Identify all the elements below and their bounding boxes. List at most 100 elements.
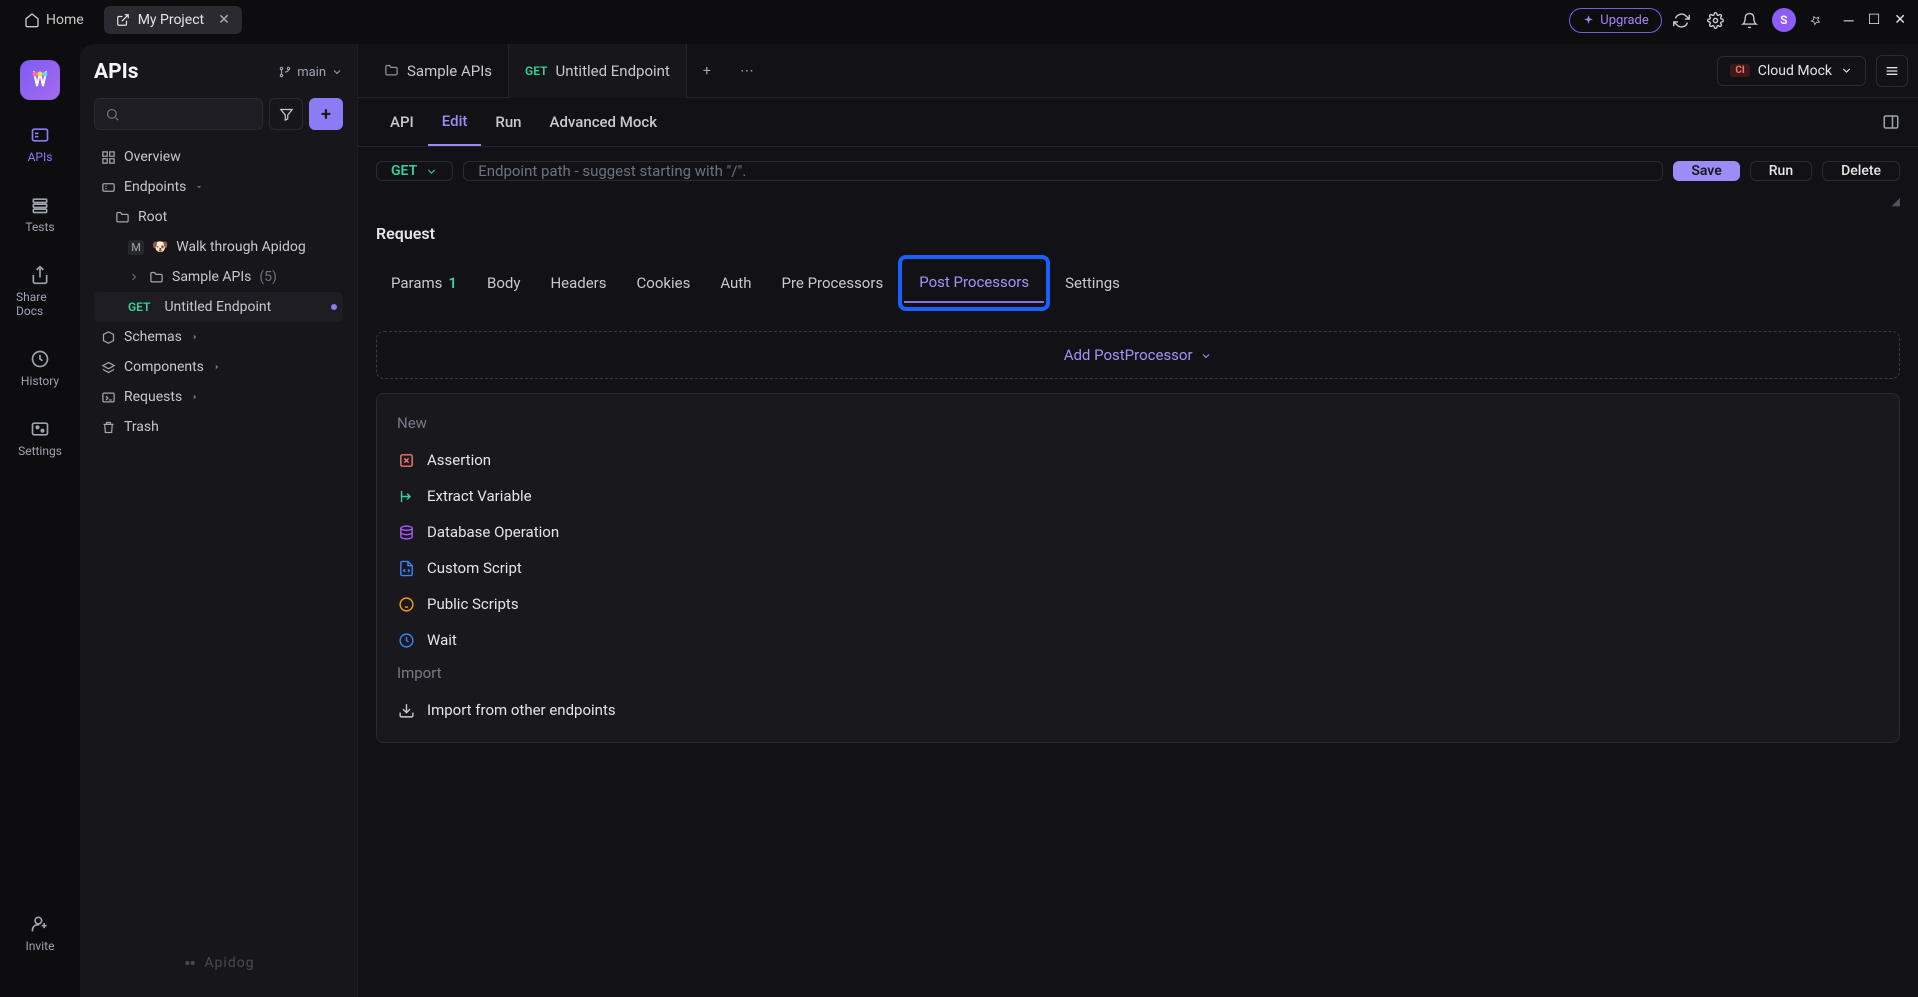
home-icon [24, 12, 40, 28]
req-tab-params[interactable]: Params 1 [376, 255, 472, 311]
resize-handle[interactable]: ◢ [358, 195, 1918, 214]
pin-icon[interactable] [1802, 6, 1830, 34]
panel-toggle-icon[interactable] [1882, 113, 1900, 131]
trash-icon [101, 420, 116, 435]
close-icon[interactable]: ✕ [218, 12, 230, 28]
menu-icon [1884, 63, 1900, 79]
tree-components[interactable]: Components [94, 352, 343, 382]
tab-untitled[interactable]: GET Untitled Endpoint [509, 44, 687, 98]
tree-requests[interactable]: Requests [94, 382, 343, 412]
extract-icon [398, 488, 415, 505]
upgrade-button[interactable]: Upgrade [1569, 8, 1661, 33]
app-logo[interactable] [20, 60, 60, 100]
rail-apis[interactable]: APIs [10, 118, 70, 170]
tree-root[interactable]: Root [94, 202, 343, 232]
search-icon [105, 107, 120, 122]
database-icon [398, 524, 415, 541]
tree-untitled[interactable]: GET Untitled Endpoint [94, 292, 343, 322]
project-tab[interactable]: My Project ✕ [104, 6, 242, 34]
tree-overview[interactable]: Overview [94, 142, 343, 172]
subnav-edit[interactable]: Edit [428, 98, 482, 146]
tests-icon [30, 195, 50, 215]
method-select[interactable]: GET [376, 161, 453, 181]
proc-public[interactable]: Public Scripts [377, 586, 1899, 622]
caret-icon [190, 332, 200, 342]
clock-icon [398, 632, 415, 649]
titlebar: Home My Project ✕ Upgrade S ─ ☐ ✕ [0, 0, 1918, 40]
branch-icon [278, 65, 292, 79]
req-tab-auth[interactable]: Auth [705, 255, 766, 311]
proc-database[interactable]: Database Operation [377, 514, 1899, 550]
add-postprocessor-button[interactable]: Add PostProcessor [376, 331, 1900, 379]
proc-group-new: New [377, 408, 1899, 442]
req-tab-pre[interactable]: Pre Processors [766, 255, 898, 311]
tree-sample-apis[interactable]: Sample APIs (5) [94, 262, 343, 292]
project-label: My Project [138, 12, 204, 28]
req-tab-headers[interactable]: Headers [535, 255, 621, 311]
chevron-down-icon [1840, 64, 1853, 77]
filter-button[interactable] [269, 98, 303, 130]
delete-button[interactable]: Delete [1822, 161, 1900, 181]
run-button[interactable]: Run [1750, 161, 1812, 181]
refresh-icon[interactable] [1668, 6, 1696, 34]
tree-endpoints[interactable]: Endpoints [94, 172, 343, 202]
proc-group-import: Import [377, 658, 1899, 692]
proc-import-other[interactable]: Import from other endpoints [377, 692, 1899, 728]
settings-icon [30, 419, 50, 439]
search-input[interactable] [94, 98, 263, 130]
maximize-icon[interactable]: ☐ [1868, 12, 1881, 29]
rail-tests[interactable]: Tests [10, 188, 70, 240]
home-tab[interactable]: Home [12, 6, 96, 34]
env-selector[interactable]: CI Cloud Mock [1717, 56, 1866, 86]
subnav: API Edit Run Advanced Mock [358, 98, 1918, 147]
save-button[interactable]: Save [1673, 161, 1739, 181]
folder-icon [149, 270, 164, 285]
tree-walkthrough[interactable]: M 🐶 Walk through Apidog [94, 232, 343, 262]
proc-extract[interactable]: Extract Variable [377, 478, 1899, 514]
rail-history[interactable]: History [10, 342, 70, 394]
close-window-icon[interactable]: ✕ [1894, 12, 1906, 29]
apidog-logo-icon [182, 955, 198, 971]
gear-icon[interactable] [1702, 6, 1730, 34]
tab-sample-apis[interactable]: Sample APIs [368, 44, 509, 98]
rail-settings[interactable]: Settings [10, 412, 70, 464]
tree-schemas[interactable]: Schemas [94, 322, 343, 352]
content-tabbar: Sample APIs GET Untitled Endpoint + ⋯ CI… [358, 44, 1918, 98]
tree-trash[interactable]: Trash [94, 412, 343, 442]
subnav-advanced[interactable]: Advanced Mock [536, 99, 672, 145]
proc-wait[interactable]: Wait [377, 622, 1899, 658]
tab-menu-button[interactable]: ⋯ [727, 63, 767, 79]
proc-custom[interactable]: Custom Script [377, 550, 1899, 586]
hamburger-button[interactable] [1876, 55, 1908, 87]
caret-icon [194, 182, 204, 192]
add-button[interactable]: + [309, 98, 343, 130]
rail-invite[interactable]: Invite [10, 907, 70, 959]
grid-icon [101, 150, 116, 165]
assertion-icon [398, 452, 415, 469]
request-tabs: Params 1 Body Headers Cookies Auth Pre P… [376, 255, 1900, 311]
left-rail: APIs Tests Share Docs History Settings I… [0, 40, 80, 997]
components-icon [101, 360, 116, 375]
req-tab-settings[interactable]: Settings [1050, 255, 1135, 311]
sidebar: APIs main + Overview [80, 44, 358, 997]
req-tab-post[interactable]: Post Processors [904, 263, 1044, 303]
avatar[interactable]: S [1772, 8, 1796, 32]
schemas-icon [101, 330, 116, 345]
folder-icon [384, 63, 399, 78]
add-tab-button[interactable]: + [687, 63, 727, 79]
minimize-icon[interactable]: ─ [1844, 12, 1854, 29]
script-icon [398, 560, 415, 577]
content: Sample APIs GET Untitled Endpoint + ⋯ CI… [358, 44, 1918, 997]
branch-selector[interactable]: main [278, 65, 343, 80]
subnav-run[interactable]: Run [481, 99, 535, 145]
req-tab-cookies[interactable]: Cookies [622, 255, 706, 311]
bell-icon[interactable] [1736, 6, 1764, 34]
sidebar-title: APIs [94, 60, 139, 84]
proc-assertion[interactable]: Assertion [377, 442, 1899, 478]
path-input[interactable]: Endpoint path - suggest starting with "/… [463, 161, 1663, 181]
subnav-api[interactable]: API [376, 99, 428, 145]
req-tab-body[interactable]: Body [472, 255, 535, 311]
rail-share[interactable]: Share Docs [10, 258, 70, 324]
caret-icon [190, 392, 200, 402]
chevron-down-icon [331, 66, 343, 78]
